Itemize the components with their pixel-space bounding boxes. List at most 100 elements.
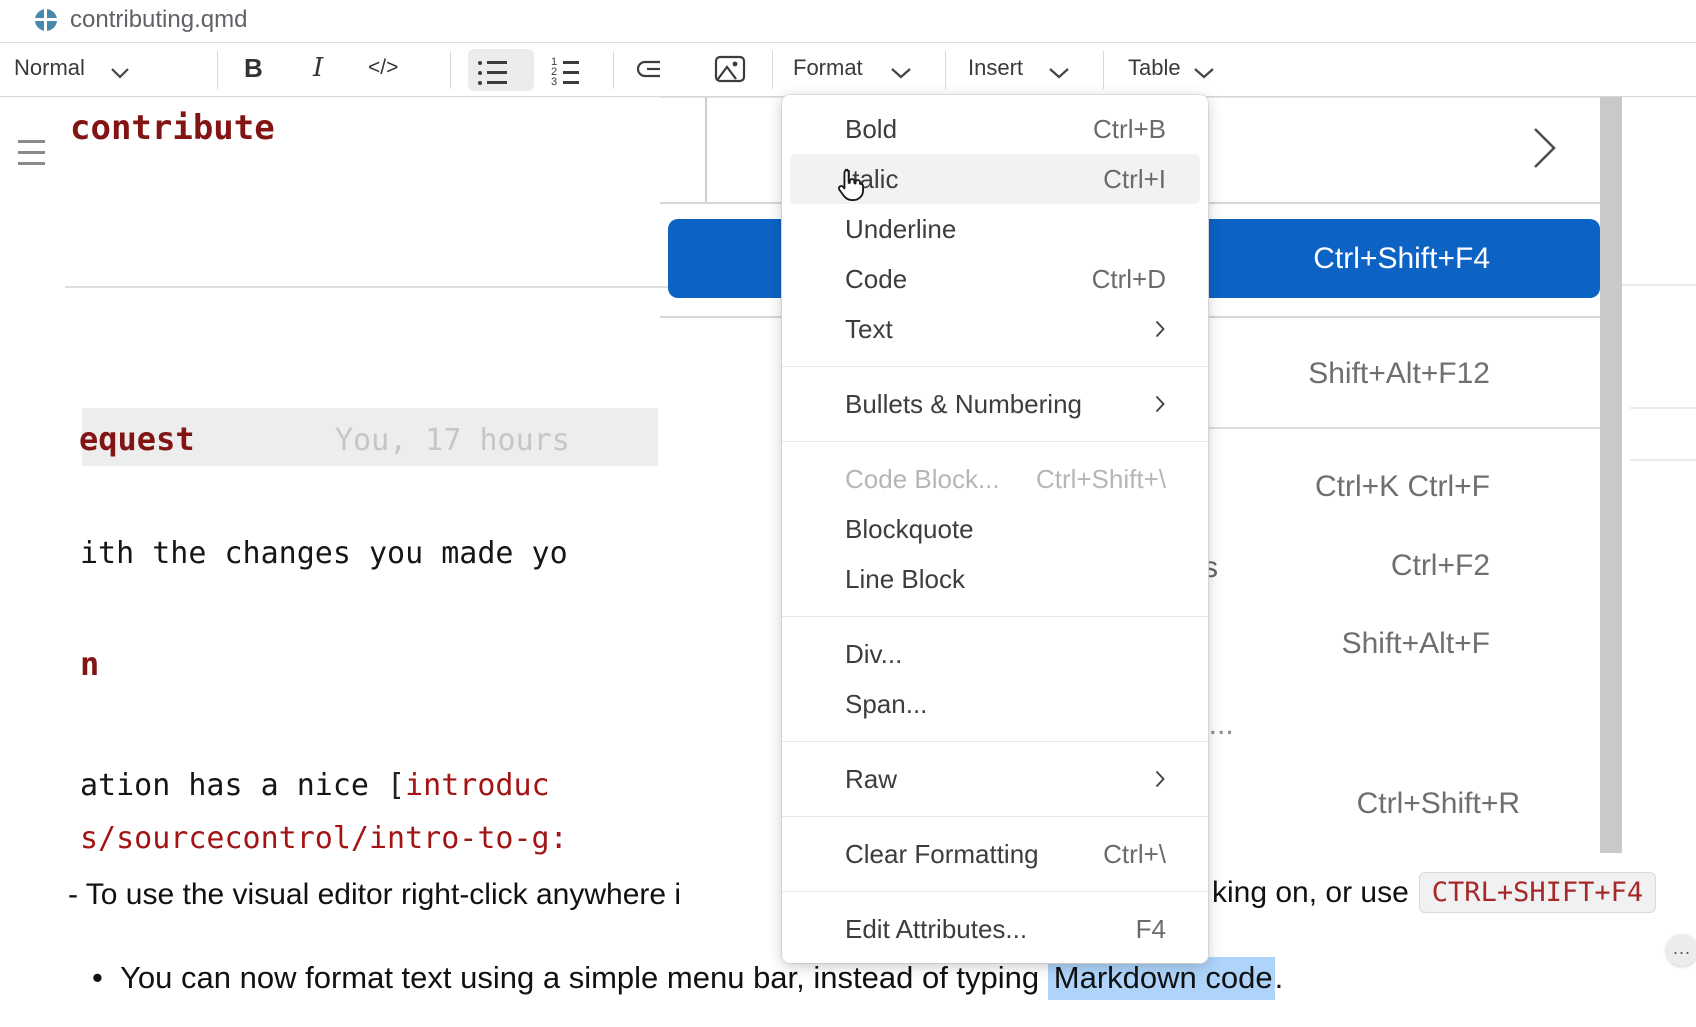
menu-item-edit-attributes[interactable]: Edit Attributes... F4 bbox=[782, 904, 1208, 954]
chevron-down-icon[interactable] bbox=[1193, 67, 1215, 80]
menu-item-label: Blockquote bbox=[845, 514, 974, 545]
menu-item-label: Edit Attributes... bbox=[845, 914, 1027, 945]
menu-item-label: Code Block... bbox=[845, 464, 1000, 495]
menu-item-label: Bold bbox=[845, 114, 897, 145]
menu-item-text[interactable]: Text bbox=[782, 304, 1208, 354]
table-menu-button[interactable]: Table bbox=[1128, 55, 1181, 81]
editor-line-fragment: n bbox=[80, 645, 99, 683]
toolbar-separator bbox=[450, 51, 451, 89]
toolbar-separator bbox=[217, 51, 218, 89]
menu-separator bbox=[782, 741, 1208, 742]
toolbar-separator bbox=[613, 51, 614, 89]
inline-code-button[interactable]: </> bbox=[368, 56, 398, 80]
menu-item-label: Text bbox=[845, 314, 893, 345]
shortcut-row: Shift+Alt+F bbox=[1342, 627, 1490, 661]
menu-separator bbox=[782, 366, 1208, 367]
divider bbox=[1208, 427, 1600, 429]
visual-editor-window: contributing.qmd Normal B I </> 1 2 3 bbox=[0, 0, 1696, 1027]
divider bbox=[65, 286, 710, 288]
divider bbox=[705, 97, 707, 203]
doc-tip-text: king on, or use bbox=[1212, 876, 1409, 910]
menu-item-line-block[interactable]: Line Block bbox=[782, 554, 1208, 604]
bold-button[interactable]: B bbox=[244, 53, 263, 84]
menu-separator bbox=[782, 816, 1208, 817]
menu-item-label: Code bbox=[845, 264, 907, 295]
tab-bar: contributing.qmd bbox=[0, 0, 1696, 43]
menu-separator bbox=[782, 891, 1208, 892]
toolbar-separator bbox=[1103, 51, 1104, 89]
doc-bullet-line: • You can now format text using a simple… bbox=[92, 960, 1283, 996]
menu-item-label: Underline bbox=[845, 214, 956, 245]
inline-code-badge: CTRL+SHIFT+F4 bbox=[1419, 872, 1656, 913]
menu-item-blockquote[interactable]: Blockquote bbox=[782, 504, 1208, 554]
shortcut-row: Ctrl+K Ctrl+F bbox=[1315, 470, 1490, 504]
editor-toolbar: Normal B I </> 1 2 3 bbox=[0, 43, 1696, 97]
divider bbox=[1630, 459, 1696, 461]
hand-cursor-icon bbox=[835, 168, 865, 205]
blame-heading-fragment: equest bbox=[79, 420, 195, 458]
toolbar-separator bbox=[772, 51, 773, 89]
menu-item-shortcut: Ctrl+B bbox=[1093, 114, 1166, 145]
shortcut-row: Ctrl+Shift+R bbox=[1357, 787, 1520, 821]
selected-text: Markdown code bbox=[1048, 957, 1275, 1000]
menu-item-bold[interactable]: Bold Ctrl+B bbox=[782, 104, 1208, 154]
divider bbox=[1622, 284, 1696, 286]
doc-tip-line-right: king on, or use CTRL+SHIFT+F4 bbox=[1212, 872, 1656, 913]
link-icon[interactable] bbox=[636, 57, 672, 81]
chevron-down-icon[interactable] bbox=[1048, 67, 1070, 80]
menu-item-label: Clear Formatting bbox=[845, 839, 1039, 870]
chevron-down-icon[interactable] bbox=[890, 67, 912, 80]
format-menu: BoldCtrl+BItalicCtrl+IUnderlineCodeCtrl+… bbox=[782, 95, 1208, 963]
menu-item-label: Raw bbox=[845, 764, 897, 795]
menu-item-underline[interactable]: Underline bbox=[782, 204, 1208, 254]
menu-separator bbox=[782, 616, 1208, 617]
menu-item-shortcut: F4 bbox=[1136, 914, 1166, 945]
shortcut-row: Ctrl+F2 bbox=[1391, 549, 1490, 583]
bullet-list-button[interactable] bbox=[468, 49, 534, 91]
menu-item-bullets-numbering[interactable]: Bullets & Numbering bbox=[782, 379, 1208, 429]
selected-shortcut-value: Ctrl+Shift+F4 bbox=[1208, 219, 1490, 298]
chevron-right-icon[interactable] bbox=[1530, 125, 1560, 171]
numbered-list-icon: 1 2 3 bbox=[551, 59, 579, 86]
editor-url-line: s/sourcecontrol/intro-to-g: bbox=[80, 821, 568, 856]
menu-item-shortcut: Ctrl+Shift+\ bbox=[1036, 464, 1166, 495]
menu-item-clear-formatting[interactable]: Clear Formatting Ctrl+\ bbox=[782, 829, 1208, 879]
hamburger-menu-icon[interactable] bbox=[18, 140, 45, 173]
image-icon[interactable] bbox=[714, 55, 746, 83]
menu-separator bbox=[782, 441, 1208, 442]
menu-item-shortcut: Ctrl+D bbox=[1092, 264, 1166, 295]
chevron-down-icon[interactable] bbox=[110, 67, 130, 80]
menu-item-shortcut: Ctrl+I bbox=[1103, 164, 1166, 195]
menu-item-shortcut: Ctrl+\ bbox=[1103, 839, 1166, 870]
menu-item-raw[interactable]: Raw bbox=[782, 754, 1208, 804]
submenu-chevron-icon bbox=[1154, 394, 1166, 414]
menu-item-label: Div... bbox=[845, 639, 902, 670]
git-blame-meta: You, 17 hours bbox=[335, 423, 570, 458]
shortcut-row: Shift+Alt+F12 bbox=[1308, 357, 1490, 391]
menu-item-div[interactable]: Div... bbox=[782, 629, 1208, 679]
doc-tip-line-left: - To use the visual editor right-click a… bbox=[68, 878, 783, 912]
editor-link-line: ation has a nice [introduc bbox=[80, 768, 550, 803]
globe-file-icon bbox=[35, 9, 57, 31]
divider bbox=[1630, 407, 1696, 409]
italic-button[interactable]: I bbox=[313, 53, 323, 83]
toolbar-separator bbox=[945, 51, 946, 89]
menu-item-code-block: Code Block... Ctrl+Shift+\ bbox=[782, 454, 1208, 504]
more-actions-button[interactable]: ... bbox=[1666, 934, 1696, 966]
scrollbar[interactable] bbox=[1600, 97, 1622, 853]
submenu-chevron-icon bbox=[1154, 769, 1166, 789]
insert-menu-button[interactable]: Insert bbox=[968, 55, 1023, 81]
menu-item-label: Bullets & Numbering bbox=[845, 389, 1082, 420]
menu-item-span[interactable]: Span... bbox=[782, 679, 1208, 729]
submenu-chevron-icon bbox=[1154, 319, 1166, 339]
editor-heading-fragment: contribute bbox=[70, 108, 275, 148]
tab-title[interactable]: contributing.qmd bbox=[70, 6, 247, 34]
menu-item-label: Span... bbox=[845, 689, 927, 720]
format-menu-button[interactable]: Format bbox=[793, 55, 863, 81]
menu-item-label: Line Block bbox=[845, 564, 965, 595]
numbered-list-button[interactable]: 1 2 3 bbox=[551, 56, 579, 89]
bullet-list-icon bbox=[468, 49, 534, 86]
paragraph-style-dropdown[interactable]: Normal bbox=[14, 55, 85, 81]
editor-line-fragment: ith the changes you made yo bbox=[80, 536, 670, 571]
menu-item-code[interactable]: Code Ctrl+D bbox=[782, 254, 1208, 304]
